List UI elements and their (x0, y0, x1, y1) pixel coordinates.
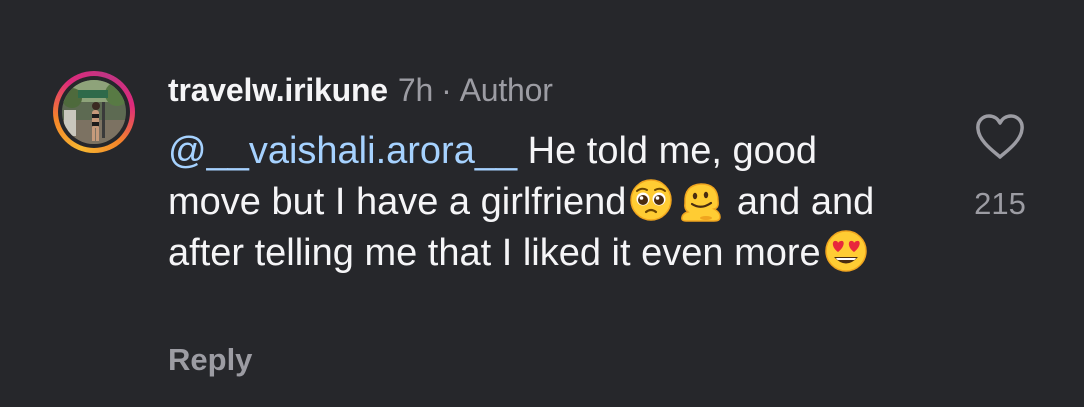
pleading-face-emoji-icon (626, 175, 676, 225)
comment-item: travelw.irikune 7h · Author @__vaishali.… (0, 0, 1084, 407)
melting-face-emoji-icon (676, 175, 726, 225)
like-count: 215 (974, 186, 1026, 221)
like-button[interactable] (973, 112, 1027, 162)
heart-eyes-emoji-icon (821, 226, 871, 276)
reply-button[interactable]: Reply (168, 342, 252, 378)
mention-link[interactable]: @__vaishali.arora__ (168, 130, 517, 172)
separator-dot: · (441, 72, 452, 108)
timestamp: 7h (397, 72, 434, 108)
heart-outline-icon (976, 114, 1024, 159)
avatar[interactable] (62, 80, 126, 144)
username-link[interactable]: travelw.irikune (168, 72, 388, 109)
avatar-story-ring[interactable] (53, 71, 135, 153)
comment-header: travelw.irikune 7h · Author (168, 72, 553, 112)
avatar-gap (58, 76, 130, 148)
author-badge: Author (459, 72, 553, 108)
comment-text: @__vaishali.arora__ He told me, good mov… (168, 128, 908, 277)
